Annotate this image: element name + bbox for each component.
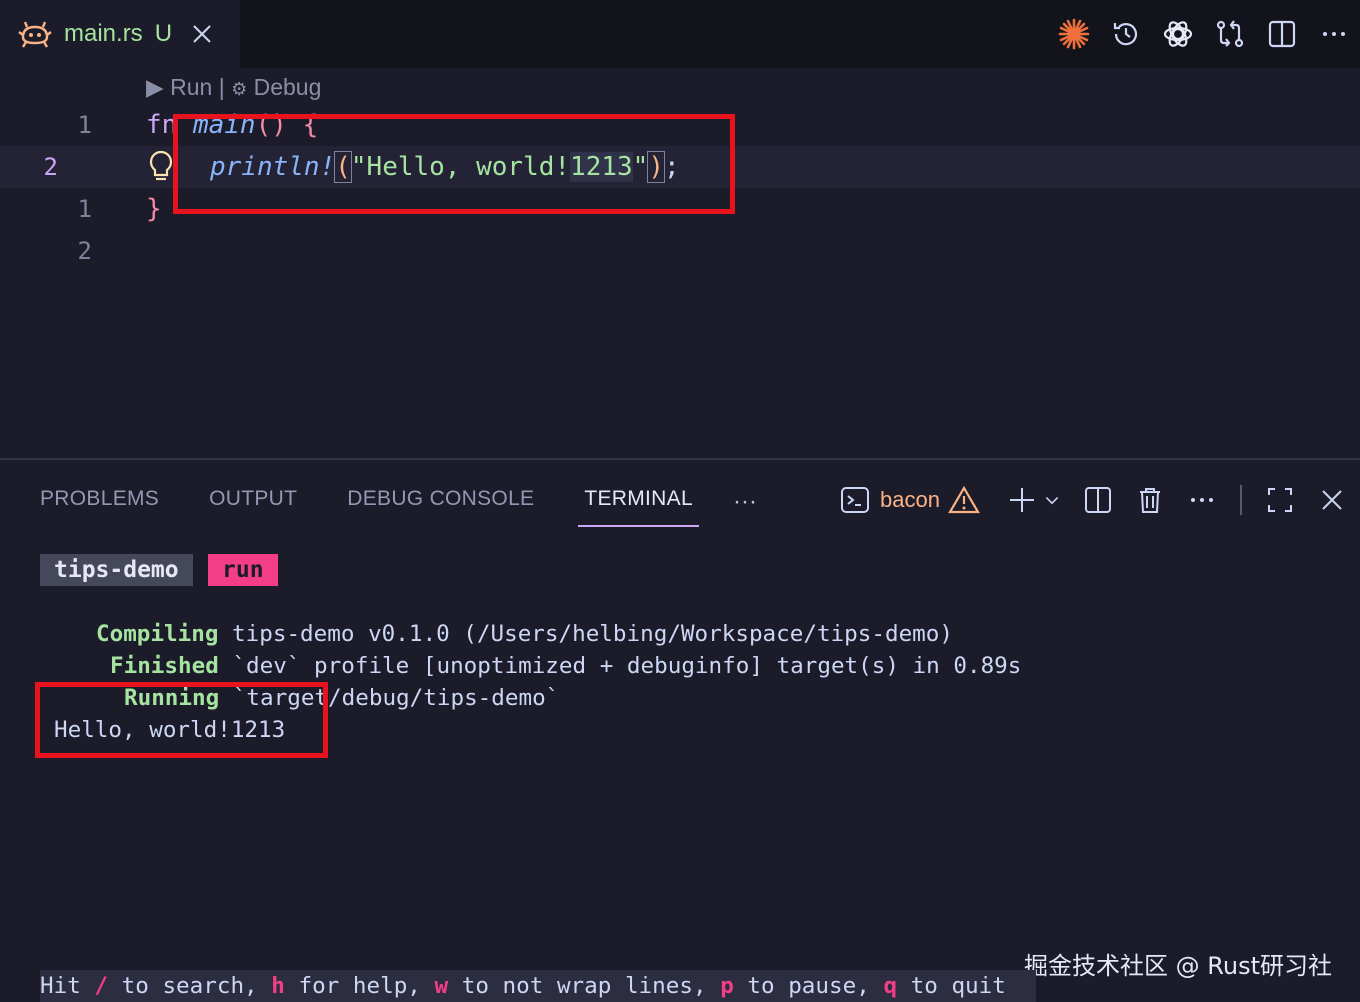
close-panel-button[interactable] [1314,482,1350,518]
bottom-panel: PROBLEMS OUTPUT DEBUG CONSOLE TERMINAL ·… [0,458,1360,1002]
code-editor[interactable]: ▶ Run | ⚙ Debug 1 fn main() { 2 println!… [0,68,1360,458]
trash-icon [1140,488,1160,513]
terminal-name[interactable]: bacon [880,487,940,513]
play-icon: ▶ [146,74,164,100]
history-icon [1113,23,1138,46]
editor-actions [1042,14,1354,54]
tab-terminal[interactable]: TERMINAL [578,487,699,527]
chevron-down-icon [1045,497,1059,505]
gear-icon: ⚙ [231,79,248,99]
codelens-separator: | [218,74,225,100]
tab-main-rs[interactable]: main.rs U [0,0,240,68]
git-compare-icon [1216,20,1244,48]
sparkle-icon [1058,18,1090,50]
line-number: 1 [77,195,92,223]
codelens: ▶ Run | ⚙ Debug [146,74,321,101]
split-terminal-icon [1085,487,1111,513]
run-codelens[interactable]: ▶ Run [146,74,212,100]
code-line: 2 [0,230,1360,272]
plus-icon [1010,488,1034,512]
claude-button[interactable] [1054,14,1094,54]
split-editor-icon [1268,20,1296,48]
panel-tabs: PROBLEMS OUTPUT DEBUG CONSOLE TERMINAL ·… [40,482,757,527]
annotation-box [173,114,735,214]
more-actions-button[interactable] [1314,14,1354,54]
new-terminal-button[interactable] [1004,482,1040,518]
annotation-box [35,682,328,758]
close-icon[interactable] [190,22,214,46]
timeline-button[interactable] [1106,14,1146,54]
editor-tab-bar: main.rs U [0,0,1360,68]
terminal-line: Finished `dev` profile [unoptimized + de… [110,653,1022,679]
tab-problems[interactable]: PROBLEMS [40,487,159,517]
project-badge: tips-demo [40,554,193,586]
terminal-more-button[interactable] [1184,482,1220,518]
terminal-line: Compiling tips-demo v0.1.0 (/Users/helbi… [96,621,953,647]
tab-debug-console[interactable]: DEBUG CONSOLE [347,487,534,517]
line-number: 1 [77,111,92,139]
ferris-crab-icon [18,21,52,48]
kill-terminal-button[interactable] [1132,482,1168,518]
code-text: } [146,194,162,224]
panel-more-button[interactable]: ··· [733,488,757,516]
openai-icon [1163,21,1193,47]
maximize-panel-button[interactable] [1262,482,1298,518]
terminal-icon [841,487,870,513]
debug-codelens[interactable]: ⚙ Debug [231,74,321,100]
ellipsis-icon [1323,32,1345,36]
bacon-help-bar: Hit / to search, h for help, w to not wr… [40,973,1006,999]
terminal-profiles-dropdown[interactable] [1040,482,1064,518]
chatgpt-button[interactable] [1158,14,1198,54]
compare-changes-button[interactable] [1210,14,1250,54]
tab-filename: main.rs [64,20,143,47]
toolbar-divider [1240,485,1242,515]
mode-badge: run [208,554,278,586]
line-number-active: 2 [43,153,58,181]
split-terminal-button[interactable] [1080,482,1116,518]
ellipsis-icon [1191,498,1213,502]
split-editor-button[interactable] [1262,14,1302,54]
tab-output[interactable]: OUTPUT [209,487,297,517]
tab-git-status: U [154,20,173,47]
maximize-icon [1268,488,1292,512]
close-icon [1322,490,1342,510]
warning-icon [948,485,980,514]
line-number: 2 [77,237,92,265]
lightbulb-icon[interactable] [146,149,176,185]
panel-toolbar: bacon [840,480,1350,520]
